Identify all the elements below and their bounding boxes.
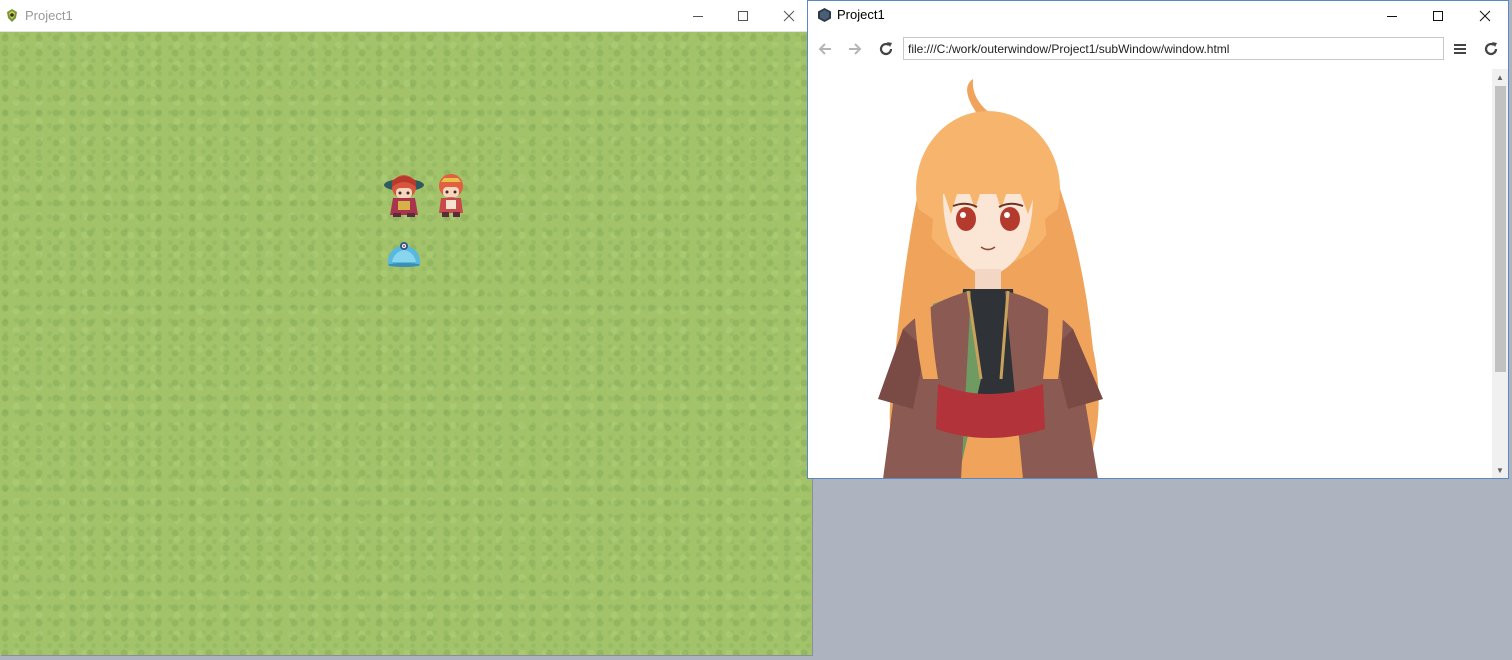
- maximize-button[interactable]: [720, 0, 766, 31]
- browser-titlebar[interactable]: Project1: [808, 1, 1508, 30]
- hamburger-menu-icon: [1454, 44, 1466, 54]
- address-bar[interactable]: [903, 37, 1444, 60]
- reload-icon: [879, 42, 893, 56]
- game-field[interactable]: [0, 32, 812, 655]
- window-title: Project1: [837, 7, 885, 22]
- reload-button[interactable]: [874, 37, 898, 61]
- window-title: Project1: [25, 8, 73, 23]
- forward-button[interactable]: [843, 37, 867, 61]
- close-button[interactable]: [766, 0, 812, 31]
- minimize-button[interactable]: [1369, 1, 1415, 30]
- arrow-right-icon: [849, 43, 862, 55]
- scroll-thumb[interactable]: [1495, 86, 1506, 372]
- browser-window: Project1 file:///C:/work/outerwindow/Pro…: [807, 0, 1509, 479]
- anime-girl-character-illustration: [878, 79, 1103, 478]
- hero-sprite[interactable]: [380, 169, 428, 219]
- minimize-button[interactable]: [675, 0, 721, 31]
- minimize-icon: [1387, 15, 1397, 17]
- party-member-sprite[interactable]: [432, 171, 470, 219]
- nwjs-icon: [818, 8, 831, 22]
- navigation-bar: [808, 34, 1508, 64]
- scroll-down-button[interactable]: ▼: [1492, 462, 1508, 478]
- page-viewport[interactable]: [808, 69, 1492, 478]
- close-icon: [783, 10, 795, 21]
- maximize-icon: [738, 10, 748, 21]
- scroll-up-button[interactable]: ▲: [1492, 69, 1508, 85]
- rpg-maker-icon: [7, 9, 17, 22]
- slime-monster-sprite[interactable]: [385, 238, 423, 268]
- close-button[interactable]: [1462, 1, 1508, 30]
- menu-button[interactable]: [1448, 37, 1472, 61]
- game-window: Project1: [0, 0, 812, 655]
- close-icon: [1479, 10, 1491, 21]
- reload-icon: [1484, 42, 1498, 56]
- game-titlebar[interactable]: Project1: [0, 0, 812, 32]
- vertical-scrollbar[interactable]: ▲ ▼: [1492, 69, 1508, 478]
- arrow-left-icon: [818, 43, 831, 55]
- reload-button-right[interactable]: [1479, 37, 1503, 61]
- minimize-icon: [693, 15, 703, 17]
- maximize-icon: [1433, 10, 1443, 21]
- back-button[interactable]: [813, 37, 837, 61]
- maximize-button[interactable]: [1415, 1, 1461, 30]
